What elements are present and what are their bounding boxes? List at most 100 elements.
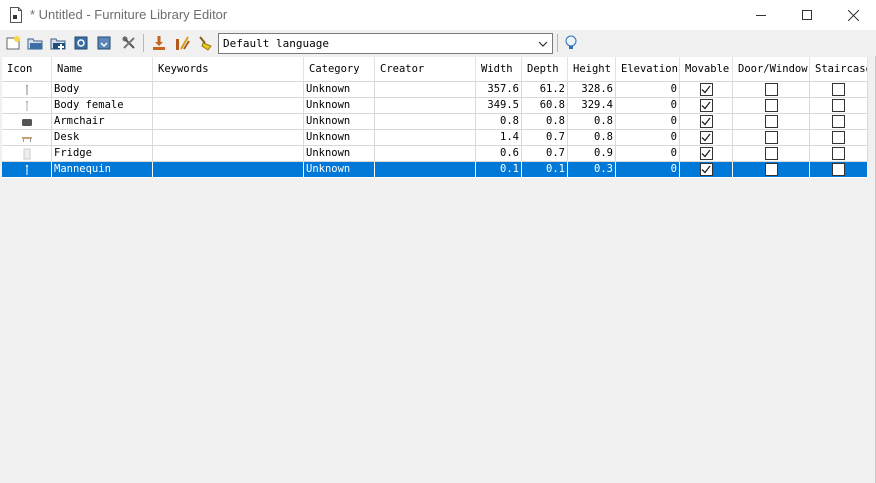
table-row[interactable]: Fridge Unknown 0.6 0.7 0.9 0: [2, 146, 868, 162]
cell-name[interactable]: Mannequin: [52, 162, 153, 178]
cell-movable[interactable]: [680, 146, 733, 162]
cell-height[interactable]: 0.3: [568, 162, 616, 178]
cell-category[interactable]: Unknown: [304, 146, 375, 162]
cell-movable[interactable]: [680, 82, 733, 98]
cell-height[interactable]: 329.4: [568, 98, 616, 114]
cell-creator[interactable]: [375, 146, 476, 162]
table-row[interactable]: Body female Unknown 349.5 60.8 329.4 0: [2, 98, 868, 114]
cell-icon[interactable]: [2, 114, 52, 130]
column-header-icon[interactable]: Icon: [2, 57, 52, 82]
cell-creator[interactable]: [375, 114, 476, 130]
cell-keywords[interactable]: [153, 130, 304, 146]
cell-elevation[interactable]: 0: [616, 114, 680, 130]
cell-door-window[interactable]: [733, 130, 810, 146]
cell-door-window[interactable]: [733, 98, 810, 114]
cell-category[interactable]: Unknown: [304, 162, 375, 178]
help-button[interactable]: [561, 33, 581, 53]
cell-creator[interactable]: [375, 98, 476, 114]
movable-checkbox[interactable]: [699, 99, 713, 112]
maximize-button[interactable]: [784, 0, 830, 30]
cell-category[interactable]: Unknown: [304, 130, 375, 146]
column-header-movable[interactable]: Movable: [680, 57, 733, 82]
cell-depth[interactable]: 0.1: [522, 162, 568, 178]
column-header-category[interactable]: Category: [304, 57, 375, 82]
cell-height[interactable]: 328.6: [568, 82, 616, 98]
cell-staircase[interactable]: [810, 98, 868, 114]
cell-movable[interactable]: [680, 114, 733, 130]
movable-checkbox[interactable]: [699, 83, 713, 96]
column-header-width[interactable]: Width: [476, 57, 522, 82]
cell-door-window[interactable]: [733, 162, 810, 178]
cell-width[interactable]: 1.4: [476, 130, 522, 146]
preferences-button[interactable]: [119, 33, 139, 53]
cell-width[interactable]: 349.5: [476, 98, 522, 114]
cell-staircase[interactable]: [810, 162, 868, 178]
cell-creator[interactable]: [375, 162, 476, 178]
column-header-staircase[interactable]: Staircase: [810, 57, 868, 82]
cell-movable[interactable]: [680, 98, 733, 114]
new-library-button[interactable]: [3, 33, 23, 53]
close-button[interactable]: [830, 0, 876, 30]
staircase-checkbox[interactable]: [832, 99, 845, 112]
cell-depth[interactable]: 0.8: [522, 114, 568, 130]
door-window-checkbox[interactable]: [764, 131, 778, 144]
cell-creator[interactable]: [375, 130, 476, 146]
door-window-checkbox[interactable]: [764, 99, 778, 112]
cell-depth[interactable]: 0.7: [522, 146, 568, 162]
table-row[interactable]: Mannequin Unknown 0.1 0.1 0.3 0: [2, 162, 868, 178]
staircase-checkbox[interactable]: [832, 163, 845, 176]
movable-checkbox[interactable]: [699, 163, 713, 176]
door-window-checkbox[interactable]: [764, 163, 778, 176]
cell-elevation[interactable]: 0: [616, 82, 680, 98]
minimize-button[interactable]: [738, 0, 784, 30]
cell-staircase[interactable]: [810, 130, 868, 146]
cell-icon[interactable]: [2, 162, 52, 178]
cell-name[interactable]: Desk: [52, 130, 153, 146]
cell-width[interactable]: 0.8: [476, 114, 522, 130]
cell-name[interactable]: Body female: [52, 98, 153, 114]
door-window-checkbox[interactable]: [764, 115, 778, 128]
staircase-checkbox[interactable]: [832, 131, 845, 144]
column-header-elevation[interactable]: Elevation: [616, 57, 680, 82]
column-header-depth[interactable]: Depth: [522, 57, 568, 82]
cell-keywords[interactable]: [153, 162, 304, 178]
cell-movable[interactable]: [680, 162, 733, 178]
cell-icon[interactable]: [2, 146, 52, 162]
cell-icon[interactable]: [2, 82, 52, 98]
column-header-height[interactable]: Height: [568, 57, 616, 82]
cell-height[interactable]: 0.8: [568, 130, 616, 146]
cell-staircase[interactable]: [810, 114, 868, 130]
cell-elevation[interactable]: 0: [616, 130, 680, 146]
cell-keywords[interactable]: [153, 98, 304, 114]
cell-width[interactable]: 0.6: [476, 146, 522, 162]
save-as-library-button[interactable]: [94, 33, 114, 53]
modify-furniture-button[interactable]: [172, 33, 192, 53]
cell-width[interactable]: 357.6: [476, 82, 522, 98]
cell-elevation[interactable]: 0: [616, 162, 680, 178]
cell-creator[interactable]: [375, 82, 476, 98]
cell-door-window[interactable]: [733, 146, 810, 162]
cell-movable[interactable]: [680, 130, 733, 146]
cell-height[interactable]: 0.9: [568, 146, 616, 162]
movable-checkbox[interactable]: [699, 147, 713, 160]
cell-staircase[interactable]: [810, 146, 868, 162]
delete-furniture-button[interactable]: [195, 33, 215, 53]
cell-staircase[interactable]: [810, 82, 868, 98]
open-library-button[interactable]: [25, 33, 45, 53]
column-header-door-window[interactable]: Door/Window: [733, 57, 810, 82]
cell-category[interactable]: Unknown: [304, 82, 375, 98]
merge-library-button[interactable]: [48, 33, 68, 53]
cell-keywords[interactable]: [153, 146, 304, 162]
cell-depth[interactable]: 0.7: [522, 130, 568, 146]
import-furniture-button[interactable]: [149, 33, 169, 53]
cell-elevation[interactable]: 0: [616, 146, 680, 162]
language-select[interactable]: Default language: [218, 33, 553, 54]
column-header-keywords[interactable]: Keywords: [153, 57, 304, 82]
staircase-checkbox[interactable]: [832, 147, 845, 160]
table-row[interactable]: Desk Unknown 1.4 0.7 0.8 0: [2, 130, 868, 146]
cell-category[interactable]: Unknown: [304, 114, 375, 130]
column-header-creator[interactable]: Creator: [375, 57, 476, 82]
cell-door-window[interactable]: [733, 114, 810, 130]
cell-category[interactable]: Unknown: [304, 98, 375, 114]
cell-name[interactable]: Body: [52, 82, 153, 98]
